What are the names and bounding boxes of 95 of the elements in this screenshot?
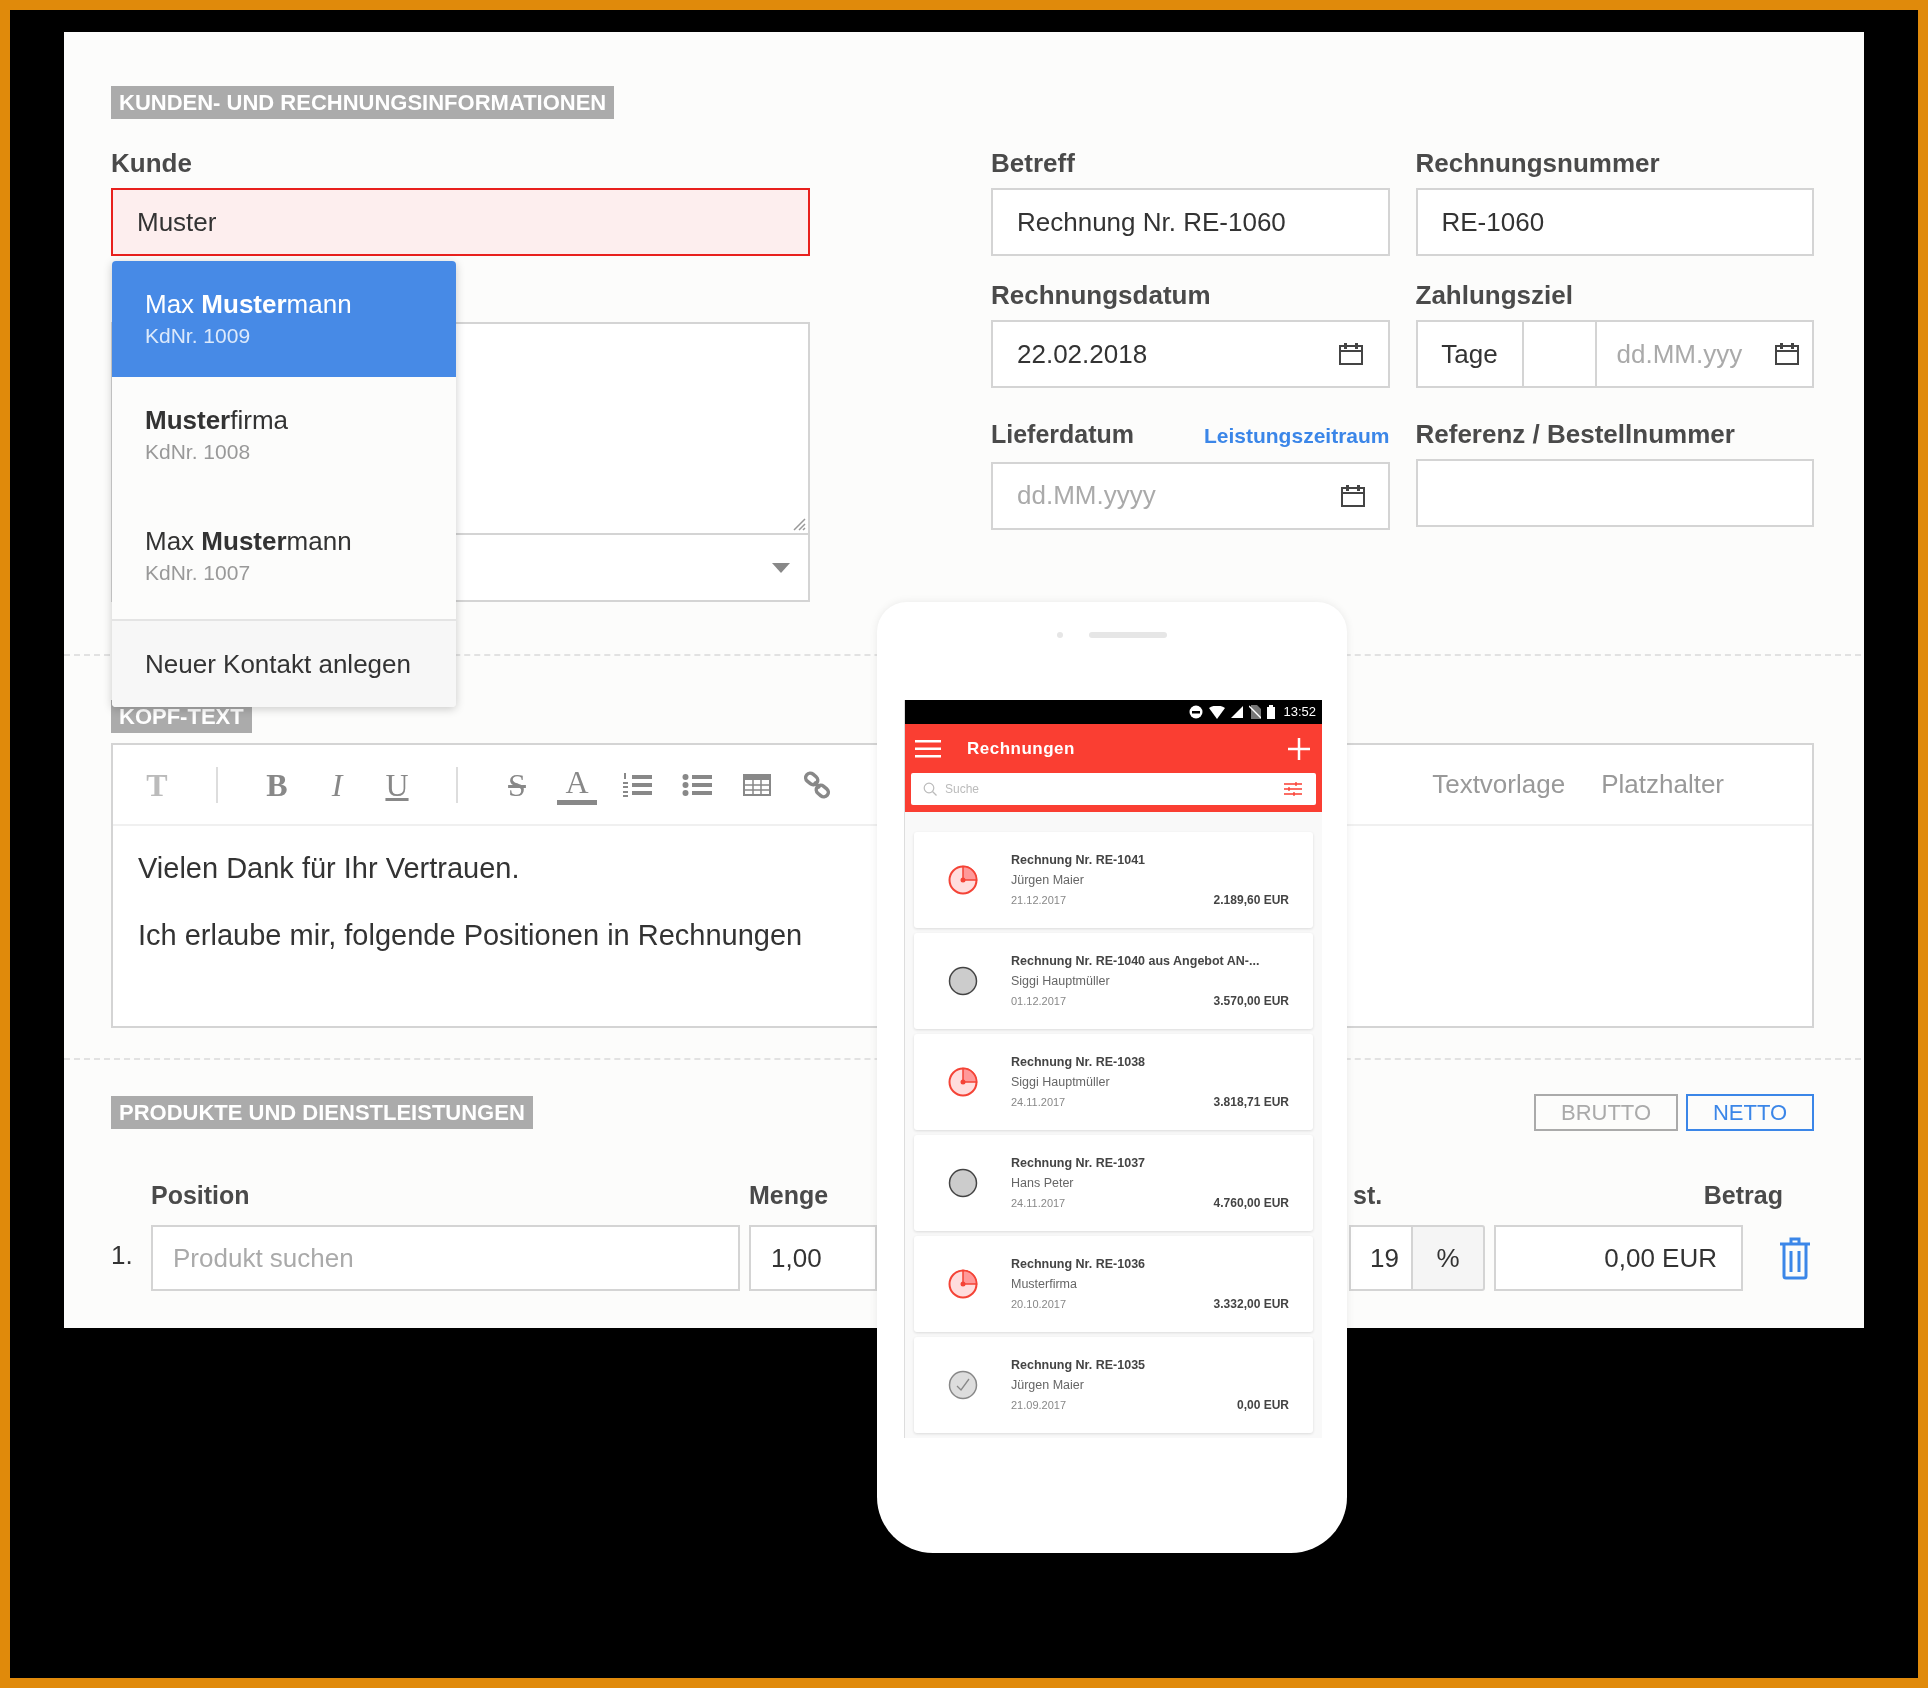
new-contact-item[interactable]: Neuer Kontakt anlegen [112,619,456,707]
invoice-customer: Siggi Hauptmüller [1011,973,1111,990]
invoice-title: Rechnung Nr. RE-1038 [1011,1054,1147,1071]
price-mode-toggle[interactable]: NETTO [1686,1094,1814,1131]
quantity-field[interactable]: 1,00 [749,1225,877,1291]
invoice-date: 21.12.2017 [1011,893,1067,908]
invoice-amount: 3.818,71 EUR [1213,1094,1289,1111]
search-field[interactable]: Suche [911,773,1316,805]
due-date-field[interactable]: dd.MM.yyy [1596,322,1812,386]
caret-icon [772,562,790,573]
suggestion-item[interactable]: Musterfirma KdNr. 1008 [112,377,456,493]
invoice-date: 21.09.2017 [1011,1398,1067,1413]
underline-button[interactable]: U [377,764,417,805]
invoice-customer: Musterfirma [1011,1276,1078,1293]
no-sim-icon [1249,705,1262,719]
invoice-customer: Jürgen Maier [1011,872,1085,889]
calendar-icon[interactable] [1337,342,1364,366]
signal-icon [1231,706,1244,718]
invoice-customer: Jürgen Maier [1011,1377,1085,1394]
field-label: Referenz / Bestellnummer [1415,419,1735,449]
paragraph: Ich erlaube mir, folgende Positionen in Rechnungen [138,918,803,953]
invoice-card[interactable]: Rechnung Nr. RE-1041 Jürgen Maier 21.12.2017 2.189,60 EUR [914,832,1313,928]
invoice-card[interactable]: Rechnung Nr. RE-1035 Jürgen Maier 21.09.2017 0,00 EUR [914,1337,1313,1433]
pie-chart-icon [947,865,978,895]
invoice-card[interactable]: Rechnung Nr. RE-1038 Siggi Hauptmüller 24.11.2017 3.818,71 EUR [914,1034,1313,1130]
invoice-amount: 3.570,00 EUR [1213,993,1289,1010]
wifi-icon [1209,705,1226,719]
camera-icon [1057,632,1063,638]
plus-icon[interactable] [1288,737,1310,760]
invoice-date: 01.12.2017 [1011,994,1067,1009]
vat-field[interactable]: 19 [1349,1225,1411,1291]
invoice-date: 24.11.2017 [1011,1196,1066,1211]
search-icon [923,782,937,796]
pie-chart-icon [947,1067,978,1097]
invoice-customer: Siggi Hauptmüller [1011,1074,1111,1091]
delivery-date-field[interactable]: dd.MM.yyyy [991,461,1390,530]
field-label: Zahlungsziel [1415,280,1573,310]
check-circle-icon [947,1370,978,1400]
speaker-icon [1089,632,1167,638]
invoice-card[interactable]: Rechnung Nr. RE-1040 aus Angebot AN-... Siggi Hauptmüller 01.12.2017 3.570,00 EUR [914,933,1313,1029]
strikethrough-button[interactable]: S [497,764,537,805]
resize-handle-icon[interactable] [792,517,806,531]
field-label: Rechnungsdatum [991,280,1211,310]
invoice-date: 20.10.2017 [1011,1297,1067,1312]
circle-icon [947,966,978,996]
invoice-amount: 4.760,00 EUR [1213,1195,1289,1212]
row-number: 1. [111,1238,134,1272]
field-label: Lieferdatum [991,419,1135,449]
invoice-title: Rechnung Nr. RE-1040 aus Angebot AN-... [1011,953,1261,970]
unit-label: % [1411,1225,1485,1291]
trash-icon[interactable] [1779,1236,1811,1280]
invoice-amount: 2.189,60 EUR [1213,892,1289,909]
paragraph: Vielen Dank für Ihr Vertrauen. [138,851,520,886]
calendar-icon[interactable] [1774,342,1800,366]
italic-button[interactable]: I [317,764,357,805]
section-header: PRODUKTE UND DIENSTLEISTUNGEN [111,1096,533,1129]
amount-field[interactable]: 0,00 EUR [1494,1225,1743,1291]
customer-field[interactable]: Muster [111,188,810,256]
bold-button[interactable]: B [257,764,297,805]
field-label: Betreff [991,148,1075,178]
menu-icon[interactable] [915,739,941,758]
period-link[interactable]: Leistungszeitraum [1203,420,1390,452]
column-header: Position [151,1180,251,1212]
unit-select[interactable]: Tage [1417,322,1524,386]
filter-icon[interactable] [1284,782,1302,796]
text-color-button[interactable]: A [557,764,597,805]
invoice-amount: 0,00 EUR [1236,1397,1289,1414]
circle-icon [947,1168,978,1198]
invoice-card[interactable]: Rechnung Nr. RE-1037 Hans Peter 24.11.2017 4.760,00 EUR [914,1135,1313,1231]
field-label: Kunde [111,148,192,178]
invoice-number-field[interactable]: RE-1060 [1415,188,1814,256]
section-header: KUNDEN- UND RECHNUNGSINFORMATIONEN [111,86,615,119]
invoice-card[interactable]: Rechnung Nr. RE-1036 Musterfirma 20.10.2017 3.332,00 EUR [914,1236,1313,1332]
subject-field[interactable]: Rechnung Nr. RE-1060 [991,188,1390,256]
invoice-customer: Hans Peter [1011,1175,1075,1192]
product-search-field[interactable]: Produkt suchen [151,1225,740,1291]
column-header: Menge [749,1180,830,1212]
column-header: st. [1353,1180,1384,1212]
suggestion-item[interactable]: Max Mustermann KdNr. 1007 [112,493,456,619]
do-not-disturb-icon [1189,705,1204,719]
payment-term-field[interactable]: Tage dd.MM.yyy [1415,320,1814,388]
invoice-title: Rechnung Nr. RE-1041 [1011,852,1147,869]
invoice-date: 24.11.2017 [1011,1095,1066,1110]
column-header: Betrag [1702,1180,1783,1212]
pie-chart-icon [947,1269,978,1299]
date-field[interactable]: 22.02.2018 [991,320,1390,388]
invoice-amount: 3.332,00 EUR [1213,1296,1289,1313]
reference-field[interactable] [1415,459,1814,527]
calendar-icon[interactable] [1339,483,1366,508]
invoice-title: Rechnung Nr. RE-1037 [1011,1155,1147,1172]
invoice-title: Rechnung Nr. RE-1035 [1011,1357,1147,1374]
field-label: Rechnungsnummer [1415,148,1660,178]
invoice-title: Rechnung Nr. RE-1036 [1011,1256,1147,1273]
status-time: 13:52 [1283,703,1316,722]
battery-icon [1267,705,1276,719]
